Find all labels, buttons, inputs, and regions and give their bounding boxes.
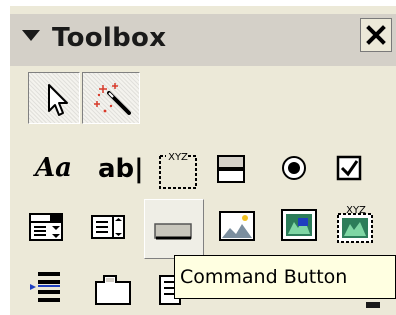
textbox-tool[interactable]: ab| <box>98 154 144 184</box>
toggle-button-tool[interactable] <box>210 144 254 194</box>
tab-control-icon <box>95 275 131 305</box>
image-icon <box>219 211 255 241</box>
page-break-tool[interactable] <box>24 262 72 312</box>
unbound-object-frame-tool[interactable]: XYZ <box>330 200 382 252</box>
frame-xyz-text: XYZ <box>168 152 188 163</box>
option-button-tool[interactable] <box>272 144 316 194</box>
label-tool[interactable]: Aa <box>35 153 72 183</box>
image-tool[interactable] <box>212 200 264 252</box>
more-tools-edge <box>366 302 380 308</box>
frame-icon: XYZ <box>159 152 197 189</box>
control-wizards-tool[interactable] <box>82 72 140 124</box>
close-button[interactable] <box>360 18 392 52</box>
command-button-tooltip: Command Button <box>174 255 396 299</box>
list-box-icon <box>91 215 125 239</box>
page-break-icon <box>30 272 60 302</box>
list-box-tool[interactable] <box>86 200 134 252</box>
toolbox-titlebar[interactable]: Toolbox <box>10 14 396 66</box>
option-button-icon <box>282 156 306 180</box>
bound-object-frame-icon <box>281 209 317 241</box>
toggle-button-icon <box>217 155 245 183</box>
close-x-icon <box>366 25 386 45</box>
frame-tool[interactable]: XYZ <box>152 144 202 194</box>
pointer-arrow-icon <box>48 84 68 116</box>
combo-box-tool[interactable] <box>24 200 72 252</box>
unbound-object-frame-icon: XYZ <box>337 205 373 243</box>
select-objects-tool[interactable] <box>28 72 80 124</box>
combo-box-icon <box>29 213 63 241</box>
check-box-tool[interactable] <box>328 144 372 194</box>
triangle-down-icon[interactable] <box>22 30 40 41</box>
check-box-icon <box>336 155 362 181</box>
bound-object-frame-tool[interactable] <box>274 200 326 252</box>
command-button-tool[interactable] <box>144 199 204 259</box>
tab-control-tool[interactable] <box>88 262 136 312</box>
magic-wand-icon <box>94 83 131 115</box>
command-button-icon <box>154 223 192 240</box>
toolbox-title: Toolbox <box>52 23 167 53</box>
